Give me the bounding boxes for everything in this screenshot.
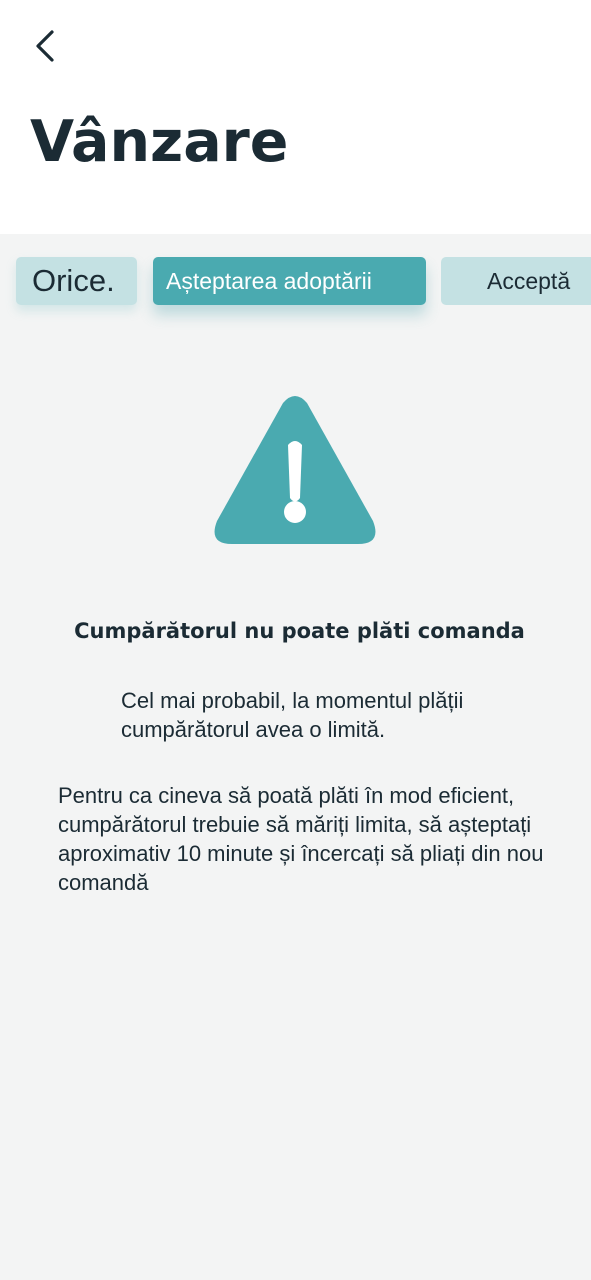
back-button[interactable] — [22, 22, 70, 70]
tab-any[interactable]: Orice. — [16, 257, 137, 305]
chevron-left-icon — [36, 30, 54, 62]
header: Vânzare — [0, 0, 591, 234]
warning-icon — [214, 396, 376, 544]
tab-accepted[interactable]: Acceptă — [441, 257, 591, 305]
filter-tabs: Orice. Așteptarea adoptării Acceptă — [0, 234, 591, 324]
page-title: Vânzare — [30, 109, 289, 175]
error-title: Cumpărătorul nu poate plăti comanda — [74, 619, 525, 643]
error-message-primary: Cel mai probabil, la momentul plății cum… — [121, 688, 464, 742]
error-message-secondary: Pentru ca cineva să poată plăti în mod e… — [58, 783, 544, 895]
tab-awaiting-adoption[interactable]: Așteptarea adoptării — [153, 257, 426, 305]
